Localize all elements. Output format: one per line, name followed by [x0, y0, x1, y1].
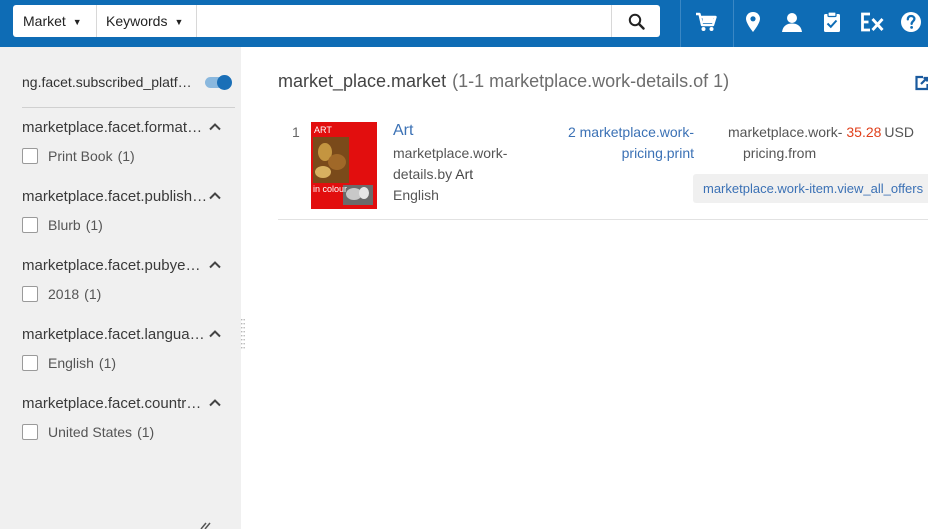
facet-title: marketplace.facet.country… [22, 395, 208, 412]
top-bar: Market ▼ Keywords ▼ [0, 0, 928, 47]
user-button[interactable] [773, 0, 811, 44]
book-cover-image: ART in colour [311, 122, 377, 209]
facet-option-2018[interactable]: 2018 (1) [22, 285, 101, 303]
price-from-label-1: marketplace.work- [728, 124, 843, 140]
search-icon [628, 13, 645, 30]
facet-option-count: (1) [85, 217, 103, 233]
clipboard-button[interactable] [813, 0, 851, 44]
cart-button[interactable] [687, 0, 725, 44]
checkbox[interactable] [22, 217, 38, 233]
facet-language-header[interactable]: marketplace.facet.languag… [22, 326, 237, 346]
keywords-select[interactable]: Keywords ▼ [97, 5, 197, 37]
facet-country-header[interactable]: marketplace.facet.country… [22, 395, 237, 415]
subscribed-platform-toggle-row: ng.facet.subscribed_platf… [22, 73, 232, 93]
facet-country: marketplace.facet.country… United States… [22, 395, 237, 440]
author-name: Art [455, 166, 474, 182]
facet-language: marketplace.facet.languag… English (1) [22, 326, 237, 371]
facet-option-label: Blurb [48, 217, 81, 233]
price-from: marketplace.work- 35.28 USD pricing.from [728, 122, 928, 164]
market-select-label: Market [23, 13, 66, 29]
result-title-link[interactable]: Art [393, 122, 413, 140]
facet-title: marketplace.facet.publish… [22, 188, 208, 205]
cover-subtitle-text: in colour [313, 184, 347, 194]
ex-button[interactable] [853, 0, 891, 44]
print-pricing-link[interactable]: 2 marketplace.work-pricing.print [546, 122, 694, 164]
cover-title-text: ART [314, 125, 332, 135]
facet-title: marketplace.facet.pubyear… [22, 257, 208, 274]
view-all-offers-label: marketplace.work-item.view_all_offers [703, 181, 924, 196]
language-label: English [393, 187, 439, 203]
facet-sidebar: ng.facet.subscribed_platf… marketplace.f… [0, 47, 241, 529]
chevron-up-icon [209, 330, 221, 338]
cart-icon [696, 12, 717, 31]
facet-option-label: 2018 [48, 286, 80, 302]
facet-option-count: (1) [98, 355, 117, 371]
results-count: (1-1 marketplace.work-details.of 1) [452, 71, 730, 91]
clipboard-icon [824, 11, 840, 32]
chevron-up-icon [209, 123, 221, 131]
ex-icon [861, 12, 884, 32]
collapse-panel-icon[interactable] [197, 520, 211, 529]
export-icon[interactable] [914, 75, 928, 91]
checkbox[interactable] [22, 286, 38, 302]
location-icon [746, 12, 760, 32]
facet-option-label: Print Book [48, 148, 113, 164]
price-currency: USD [884, 124, 914, 140]
facet-pubyear-header[interactable]: marketplace.facet.pubyear… [22, 257, 237, 277]
book-cover-thumbnail[interactable]: ART in colour [311, 122, 377, 209]
results-heading: market_place.market (1-1 marketplace.work… [278, 71, 729, 92]
view-all-offers-button[interactable]: marketplace.work-item.view_all_offers [693, 174, 928, 203]
facet-option-label: English [48, 355, 94, 371]
help-button[interactable] [892, 0, 928, 44]
checkbox[interactable] [22, 355, 38, 371]
subscribed-platform-label: ng.facet.subscribed_platf… [22, 74, 192, 90]
market-select[interactable]: Market ▼ [13, 5, 97, 37]
facet-format: marketplace.facet.format_… Print Book (1… [22, 119, 237, 164]
facet-format-header[interactable]: marketplace.facet.format_… [22, 119, 237, 139]
search-button[interactable] [611, 5, 660, 37]
result-meta: marketplace.work-details.by Art English [393, 143, 523, 206]
checkbox[interactable] [22, 148, 38, 164]
help-icon [901, 12, 921, 32]
facet-option-label: United States [48, 424, 133, 440]
facet-publisher: marketplace.facet.publish… Blurb (1) [22, 188, 237, 233]
checkbox[interactable] [22, 424, 38, 440]
search-box: Market ▼ Keywords ▼ [13, 5, 660, 37]
chevron-up-icon [209, 192, 221, 200]
facet-pubyear: marketplace.facet.pubyear… 2018 (1) [22, 257, 237, 302]
result-number: 1 [292, 124, 300, 140]
facet-option-blurb[interactable]: Blurb (1) [22, 216, 103, 234]
result-row: 1 ART in colour Art marketplace.work-det… [278, 112, 928, 220]
price-from-label-2: pricing.from [743, 145, 817, 161]
search-input[interactable] [197, 5, 611, 37]
subscribed-platform-toggle[interactable] [205, 75, 232, 90]
topbar-separator [680, 0, 681, 47]
facet-option-print-book[interactable]: Print Book (1) [22, 147, 135, 165]
keywords-select-label: Keywords [106, 13, 168, 29]
caret-down-icon: ▼ [174, 17, 184, 27]
sidebar-divider [22, 107, 235, 108]
page-title: market_place.market [278, 71, 447, 91]
location-button[interactable] [734, 0, 772, 44]
facet-option-count: (1) [117, 148, 135, 164]
facet-title: marketplace.facet.format_… [22, 119, 208, 136]
facet-option-count: (1) [137, 424, 155, 440]
facet-option-english[interactable]: English (1) [22, 354, 116, 372]
chevron-up-icon [209, 261, 221, 269]
by-label: marketplace.work-details.by [393, 145, 508, 182]
facet-publisher-header[interactable]: marketplace.facet.publish… [22, 188, 237, 208]
chevron-up-icon [209, 399, 221, 407]
facet-option-united-states[interactable]: United States (1) [22, 423, 154, 441]
facet-option-count: (1) [84, 286, 102, 302]
panel-resize-handle[interactable] [241, 318, 245, 350]
facet-title: marketplace.facet.languag… [22, 326, 208, 343]
caret-down-icon: ▼ [72, 17, 82, 27]
price-value: 35.28 [846, 124, 882, 140]
user-icon [782, 13, 802, 32]
toggle-knob [217, 75, 232, 90]
